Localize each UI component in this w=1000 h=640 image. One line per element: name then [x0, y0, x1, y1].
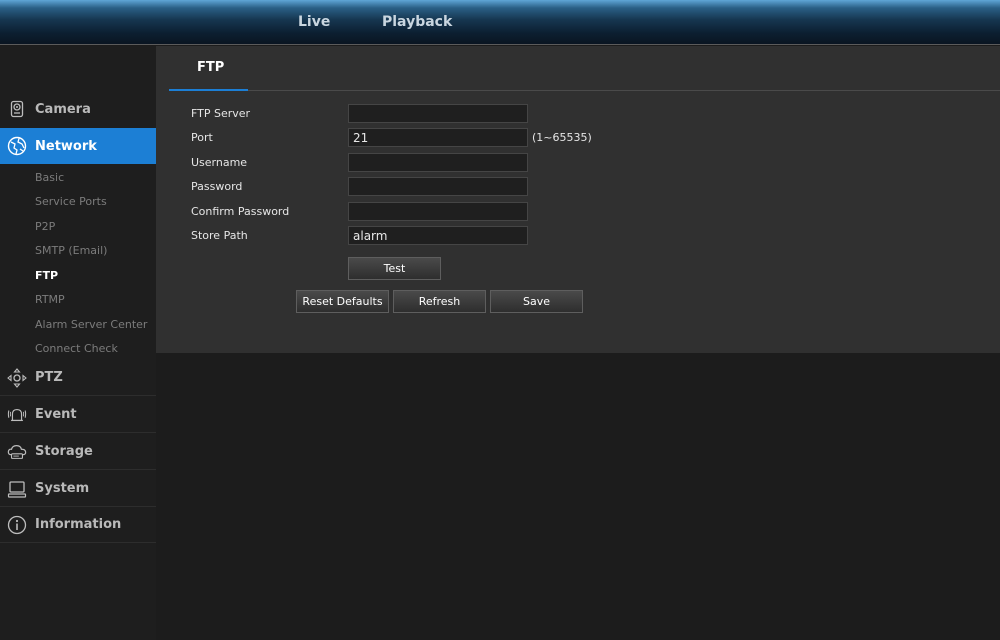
sidebar-item-label: Camera	[35, 101, 91, 117]
save-button[interactable]: Save	[490, 290, 583, 313]
sidebar-sub-p2p[interactable]: P2P	[35, 220, 55, 233]
test-button[interactable]: Test	[348, 257, 441, 280]
sidebar-item-label: Storage	[35, 444, 93, 459]
sidebar: Camera Network Basic Service Ports P2P S…	[0, 46, 164, 640]
username-input[interactable]	[348, 153, 528, 172]
ftp-server-label: FTP Server	[191, 107, 251, 120]
sidebar-item-ptz[interactable]: PTZ	[0, 360, 156, 396]
confirm-password-label: Confirm Password	[191, 205, 290, 218]
event-icon	[7, 405, 27, 425]
storage-icon	[7, 442, 27, 462]
password-label: Password	[191, 180, 243, 193]
active-tab-underline	[169, 89, 248, 91]
sidebar-item-label: Network	[35, 138, 97, 154]
port-input[interactable]	[348, 128, 528, 147]
sidebar-item-label: Event	[35, 407, 77, 422]
sidebar-sub-basic[interactable]: Basic	[35, 171, 64, 184]
sidebar-item-information[interactable]: Information	[0, 507, 156, 543]
confirm-password-input[interactable]	[348, 202, 528, 221]
port-label: Port	[191, 131, 213, 144]
ftp-server-input[interactable]	[348, 104, 528, 123]
sidebar-sub-ftp[interactable]: FTP	[35, 269, 58, 282]
sidebar-item-camera[interactable]: Camera	[0, 91, 156, 127]
tab-ftp[interactable]: FTP	[197, 60, 224, 75]
sidebar-sub-service-ports[interactable]: Service Ports	[35, 195, 107, 208]
store-path-input[interactable]	[348, 226, 528, 245]
camera-icon	[7, 99, 27, 119]
tab-divider	[169, 90, 1000, 91]
system-icon	[7, 479, 27, 499]
sidebar-item-storage[interactable]: Storage	[0, 434, 156, 470]
reset-defaults-button[interactable]: Reset Defaults	[296, 290, 389, 313]
sidebar-item-event[interactable]: Event	[0, 397, 156, 433]
sidebar-item-label: PTZ	[35, 370, 63, 385]
store-path-label: Store Path	[191, 229, 248, 242]
password-input[interactable]	[348, 177, 528, 196]
nav-playback[interactable]: Playback	[382, 14, 452, 30]
ptz-icon	[7, 367, 27, 388]
sidebar-item-system[interactable]: System	[0, 471, 156, 507]
sidebar-sub-connect-check[interactable]: Connect Check	[35, 342, 118, 355]
sidebar-sub-rtmp[interactable]: RTMP	[35, 293, 65, 306]
content-panel: FTP FTP Server Port (1~65535) Username P…	[156, 46, 1000, 353]
sidebar-item-network[interactable]: Network	[0, 128, 164, 164]
refresh-button[interactable]: Refresh	[393, 290, 486, 313]
top-nav-bar: Live Playback	[0, 0, 1000, 45]
sidebar-sub-alarm-server-center[interactable]: Alarm Server Center	[35, 318, 147, 331]
app-root: Live Playback Camera Network Basic Servi…	[0, 0, 1000, 640]
network-icon	[7, 136, 27, 156]
port-range-hint: (1~65535)	[532, 131, 592, 144]
username-label: Username	[191, 156, 248, 169]
sidebar-item-label: Information	[35, 517, 122, 532]
nav-live[interactable]: Live	[298, 14, 330, 30]
sidebar-sub-smtp[interactable]: SMTP (Email)	[35, 244, 107, 257]
information-icon	[7, 515, 27, 535]
sidebar-item-label: System	[35, 481, 90, 496]
